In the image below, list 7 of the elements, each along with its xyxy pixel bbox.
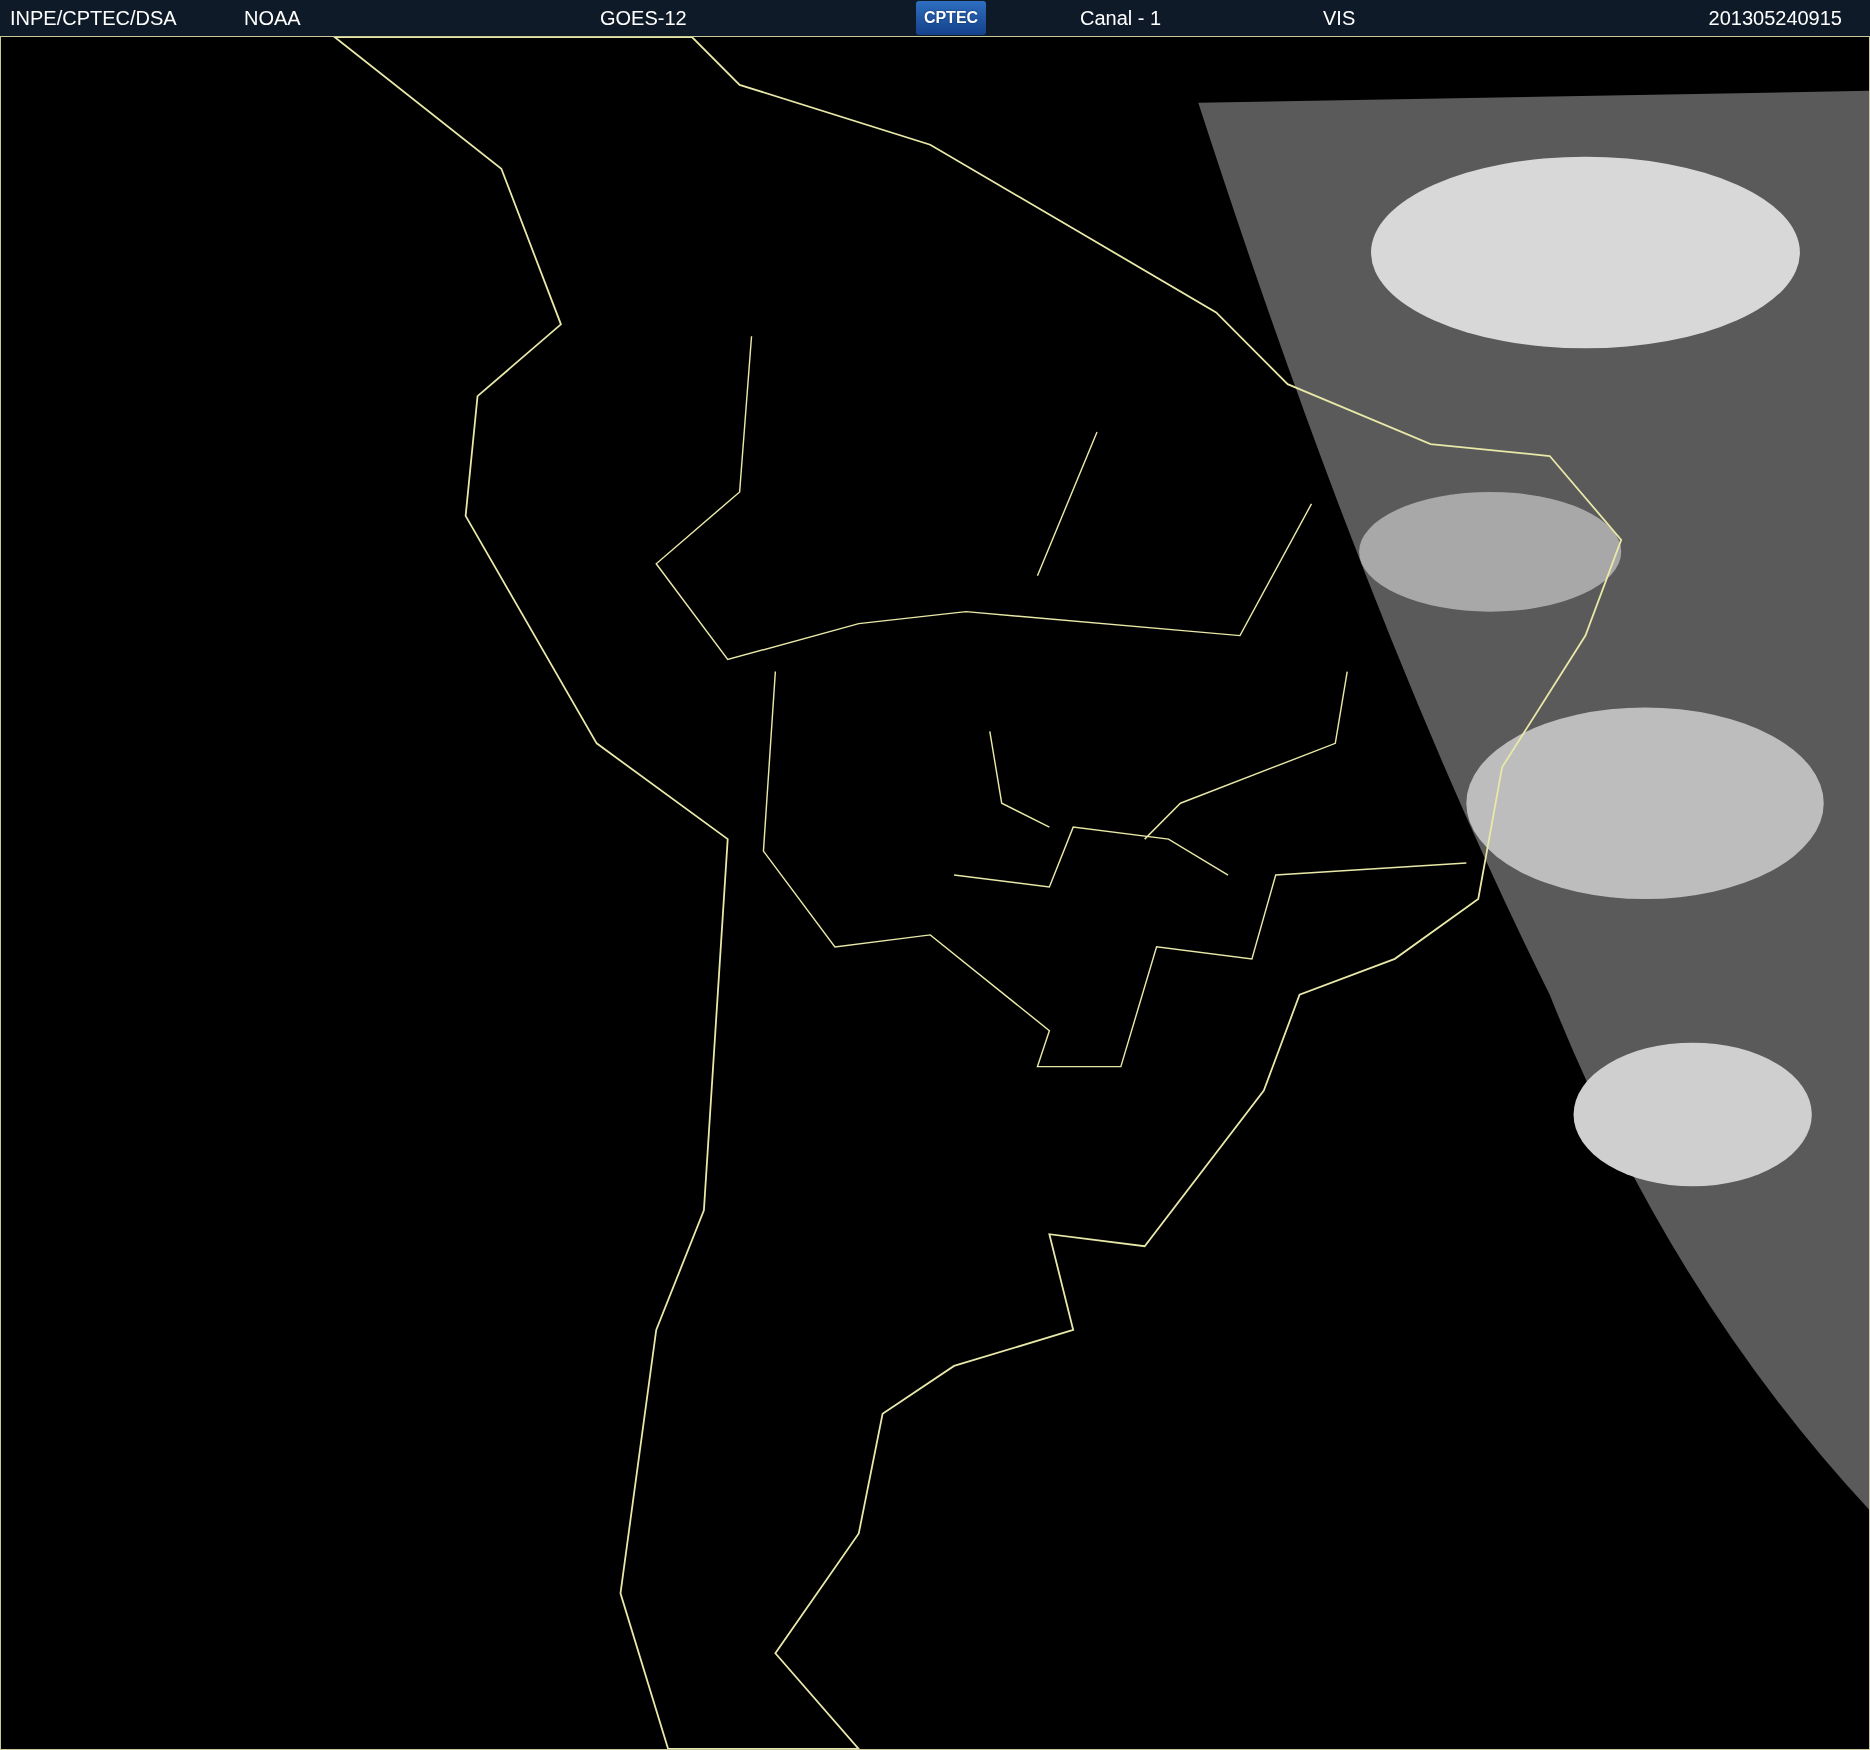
logo: CPTEC [916, 1, 986, 35]
header-label: INPE/CPTEC/DSA [10, 6, 177, 30]
header-label: Canal - 1 [1080, 6, 1162, 30]
header-label: VIS [1323, 6, 1356, 30]
header-label: NOAA [244, 6, 301, 30]
header-label: 201305240915 [1708, 6, 1842, 30]
header-label: GOES-12 [600, 6, 687, 30]
